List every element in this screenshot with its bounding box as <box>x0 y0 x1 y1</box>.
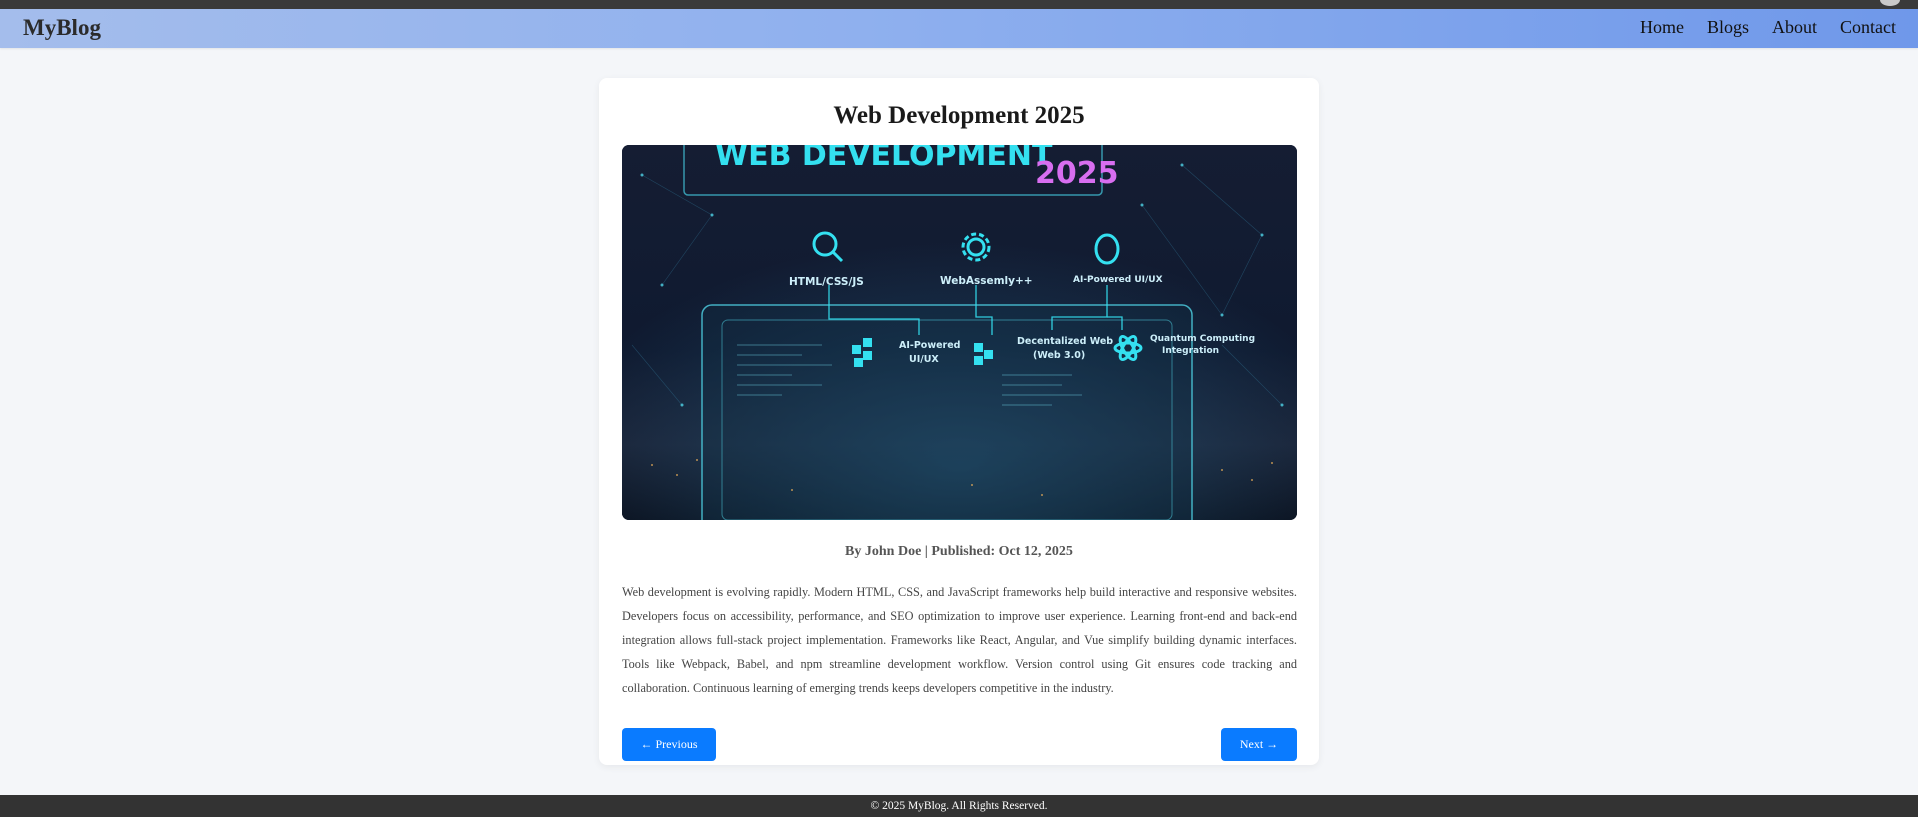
svg-text:Integration: Integration <box>1162 346 1219 356</box>
svg-text:AI-Powered UI/UX: AI-Powered UI/UX <box>1073 275 1163 285</box>
svg-text:AI-Powered: AI-Powered <box>899 340 960 351</box>
svg-text:HTML/CSS/JS: HTML/CSS/JS <box>789 276 864 288</box>
nav-blogs-link[interactable]: Blogs <box>1707 17 1749 38</box>
window-top-strip <box>0 0 1918 9</box>
site-logo[interactable]: MyBlog <box>23 15 101 41</box>
nav-home-link[interactable]: Home <box>1640 17 1684 38</box>
nav-about-link[interactable]: About <box>1772 17 1817 38</box>
post-title: Web Development 2025 <box>833 102 1085 129</box>
svg-text:Decentalized Web: Decentalized Web <box>1017 336 1113 347</box>
svg-text:Quantum Computing: Quantum Computing <box>1150 334 1255 344</box>
hero-headline-year: 2025 <box>1035 156 1119 191</box>
svg-text:WebAssemly++: WebAssemly++ <box>940 275 1033 287</box>
svg-text:(Web 3.0): (Web 3.0) <box>1033 350 1085 361</box>
nav-contact-link[interactable]: Contact <box>1840 17 1896 38</box>
next-button[interactable]: Next → <box>1221 728 1297 761</box>
post-meta: By John Doe | Published: Oct 12, 2025 <box>845 544 1073 559</box>
post-hero-image: WEB DEVELOPMENT 2025 HTML/CSS/JS WebAsse… <box>622 145 1297 520</box>
post-body: Web development is evolving rapidly. Mod… <box>622 585 1297 695</box>
previous-button[interactable]: ← Previous <box>622 728 716 761</box>
main-nav: Home Blogs About Contact <box>1617 17 1896 38</box>
profile-avatar[interactable] <box>1880 0 1900 6</box>
hero-headline: WEB DEVELOPMENT <box>715 145 1053 173</box>
site-footer: © 2025 MyBlog. All Rights Reserved. <box>0 795 1918 817</box>
site-header: MyBlog Home Blogs About Contact <box>0 9 1918 48</box>
svg-text:UI/UX: UI/UX <box>909 354 939 365</box>
